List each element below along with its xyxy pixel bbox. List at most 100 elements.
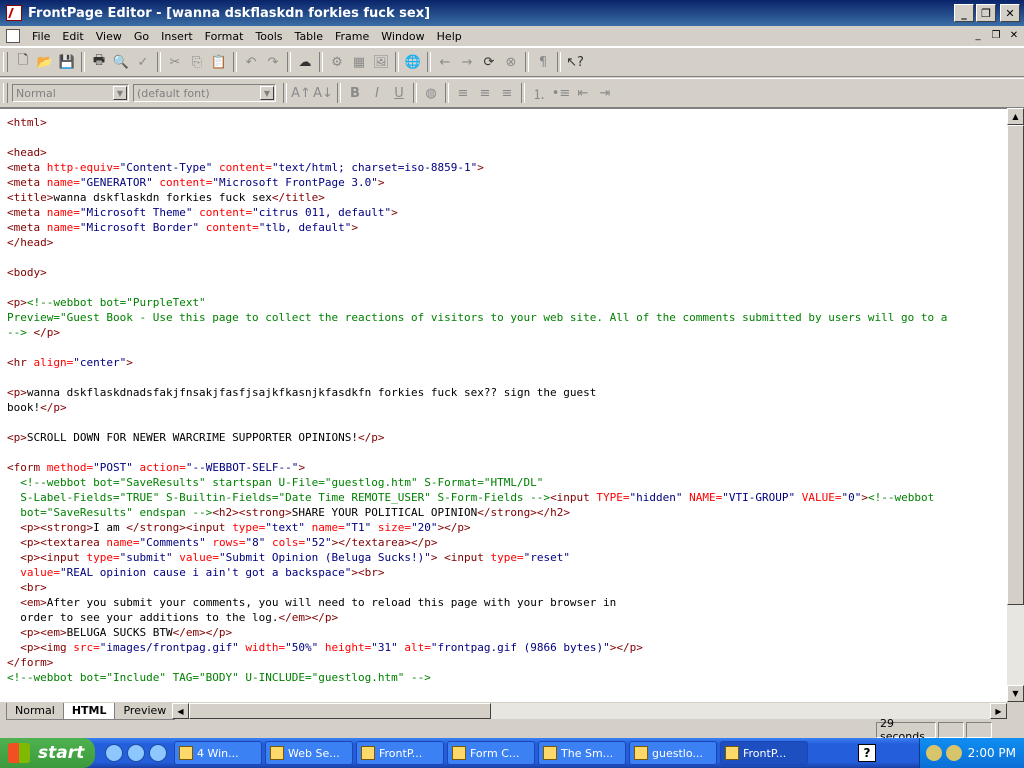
tab-normal[interactable]: Normal [6, 702, 64, 720]
restore-button[interactable]: ❐ [976, 4, 996, 22]
vertical-scroll-thumb[interactable] [1007, 125, 1024, 605]
refresh-icon[interactable]: ⟳ [478, 51, 500, 73]
code-line[interactable]: <form method="POST" action="--WEBBOT-SEL… [7, 460, 1007, 475]
code-line[interactable]: <p>SCROLL DOWN FOR NEWER WARCRIME SUPPOR… [7, 430, 1007, 445]
align-right-icon[interactable]: ≡ [496, 82, 518, 104]
menu-file[interactable]: File [26, 30, 56, 43]
code-line[interactable]: <meta http-equiv="Content-Type" content=… [7, 160, 1007, 175]
code-line[interactable]: <html> [7, 115, 1007, 130]
whats-this-help-icon[interactable]: ↖? [564, 51, 586, 73]
tab-html[interactable]: HTML [62, 702, 116, 720]
menu-format[interactable]: Format [199, 30, 250, 43]
doc-close-button[interactable]: ✕ [1006, 29, 1022, 43]
menu-help[interactable]: Help [431, 30, 468, 43]
doc-minimize-button[interactable]: _ [970, 29, 986, 43]
code-line[interactable]: <body> [7, 265, 1007, 280]
task-form-confirmation[interactable]: Form C... [447, 741, 535, 765]
print-icon[interactable]: 🖶 [88, 51, 110, 73]
horizontal-scroll-thumb[interactable] [189, 703, 491, 719]
task-guestlog[interactable]: guestlo... [629, 741, 717, 765]
code-line[interactable]: book!</p> [7, 400, 1007, 415]
toolbar-grip[interactable] [3, 52, 8, 72]
vertical-scrollbar[interactable]: ▲ ▼ [1007, 108, 1024, 702]
close-button[interactable]: ✕ [1000, 4, 1020, 22]
insert-table-icon[interactable]: ▦ [348, 51, 370, 73]
task-frontpage-explorer[interactable]: FrontP... [356, 741, 444, 765]
numbered-list-icon[interactable]: ⒈ [528, 82, 550, 104]
insert-image-icon[interactable]: 🖼 [370, 51, 392, 73]
code-line[interactable]: bot="SaveResults" endspan --><h2><strong… [7, 505, 1007, 520]
italic-icon[interactable]: I [366, 82, 388, 104]
code-line[interactable]: <p>wanna dskflaskdnadsfakjfnsakjfasfjsaj… [7, 385, 1007, 400]
cut-icon[interactable]: ✂ [164, 51, 186, 73]
code-line[interactable] [7, 130, 1007, 145]
code-line[interactable]: <p><strong>I am </strong><input type="te… [7, 520, 1007, 535]
increase-indent-icon[interactable]: ⇥ [594, 82, 616, 104]
decrease-text-size-icon[interactable]: A↓ [312, 82, 334, 104]
windows-explorer-icon[interactable] [127, 744, 145, 762]
print-preview-icon[interactable]: 🔍 [110, 51, 132, 73]
code-line[interactable]: <head> [7, 145, 1007, 160]
clock[interactable]: 2:00 PM [968, 746, 1016, 760]
new-page-icon[interactable]: 🗋 [12, 51, 34, 73]
menu-edit[interactable]: Edit [56, 30, 89, 43]
scroll-left-arrow-icon[interactable]: ◀ [172, 703, 189, 719]
code-line[interactable] [7, 415, 1007, 430]
menu-window[interactable]: Window [375, 30, 430, 43]
paste-icon[interactable]: 📋 [208, 51, 230, 73]
code-line[interactable] [7, 340, 1007, 355]
menu-table[interactable]: Table [289, 30, 329, 43]
chevron-down-icon[interactable]: ▼ [113, 86, 127, 100]
html-source-code[interactable]: <html> <head> <meta http-equiv="Content-T… [7, 115, 1007, 685]
style-select[interactable]: Normal ▼ [12, 84, 129, 102]
back-icon[interactable]: ← [434, 51, 456, 73]
increase-text-size-icon[interactable]: A↑ [290, 82, 312, 104]
text-color-icon[interactable]: ◍ [420, 82, 442, 104]
scroll-up-arrow-icon[interactable]: ▲ [1007, 108, 1024, 125]
task-frontpage-editor[interactable]: FrontP... [720, 741, 808, 765]
decrease-indent-icon[interactable]: ⇤ [572, 82, 594, 104]
code-line[interactable]: <!--webbot bot="SaveResults" startspan U… [7, 475, 1007, 490]
align-left-icon[interactable]: ≡ [452, 82, 474, 104]
hyperlink-icon[interactable]: 🌐 [402, 51, 424, 73]
scroll-right-arrow-icon[interactable]: ▶ [990, 703, 1007, 719]
window-title-bar[interactable]: FrontPage Editor - [wanna dskflaskdn for… [0, 0, 1024, 26]
chevron-down-icon[interactable]: ▼ [260, 86, 274, 100]
bulleted-list-icon[interactable]: •≡ [550, 82, 572, 104]
font-select[interactable]: (default font) ▼ [133, 84, 276, 102]
menu-insert[interactable]: Insert [155, 30, 199, 43]
code-line[interactable]: <br> [7, 580, 1007, 595]
menu-go[interactable]: Go [128, 30, 155, 43]
menu-view[interactable]: View [90, 30, 128, 43]
minimize-button[interactable]: _ [954, 4, 974, 22]
tab-preview[interactable]: Preview [114, 702, 176, 720]
code-line[interactable] [7, 250, 1007, 265]
frontpage-app-icon[interactable] [6, 5, 22, 21]
code-line[interactable]: S-Label-Fields="TRUE" S-Builtin-Fields="… [7, 490, 1007, 505]
code-line[interactable]: </head> [7, 235, 1007, 250]
network-tray-icon[interactable] [946, 745, 962, 761]
menu-tools[interactable]: Tools [249, 30, 288, 43]
code-line[interactable]: <!--webbot bot="Include" TAG="BODY" U-IN… [7, 670, 1007, 685]
code-line[interactable]: order to see your additions to the log.<… [7, 610, 1007, 625]
html-source-editor[interactable]: <html> <head> <meta http-equiv="Content-T… [0, 108, 1007, 702]
code-line[interactable]: </form> [7, 655, 1007, 670]
code-line[interactable]: --> </p> [7, 325, 1007, 340]
scroll-down-arrow-icon[interactable]: ▼ [1007, 685, 1024, 702]
task-web-settings[interactable]: Web Se... [265, 741, 353, 765]
align-center-icon[interactable]: ≡ [474, 82, 496, 104]
forward-icon[interactable]: → [456, 51, 478, 73]
code-line[interactable]: <p><input type="submit" value="Submit Op… [7, 550, 1007, 565]
code-line[interactable] [7, 370, 1007, 385]
media-player-icon[interactable] [149, 744, 167, 762]
spelling-icon[interactable]: ✓ [132, 51, 154, 73]
code-line[interactable]: Preview="Guest Book - Use this page to c… [7, 310, 1007, 325]
task-windows-group[interactable]: 4 Win... [174, 741, 262, 765]
insert-webbot-icon[interactable]: ⚙ [326, 51, 348, 73]
undo-icon[interactable]: ↶ [240, 51, 262, 73]
document-icon[interactable] [6, 29, 20, 43]
code-line[interactable]: <p><textarea name="Comments" rows="8" co… [7, 535, 1007, 550]
code-line[interactable]: value="REAL opinion cause i ain't got a … [7, 565, 1007, 580]
internet-explorer-icon[interactable] [105, 744, 123, 762]
back-arrow-tray-icon[interactable] [926, 745, 942, 761]
